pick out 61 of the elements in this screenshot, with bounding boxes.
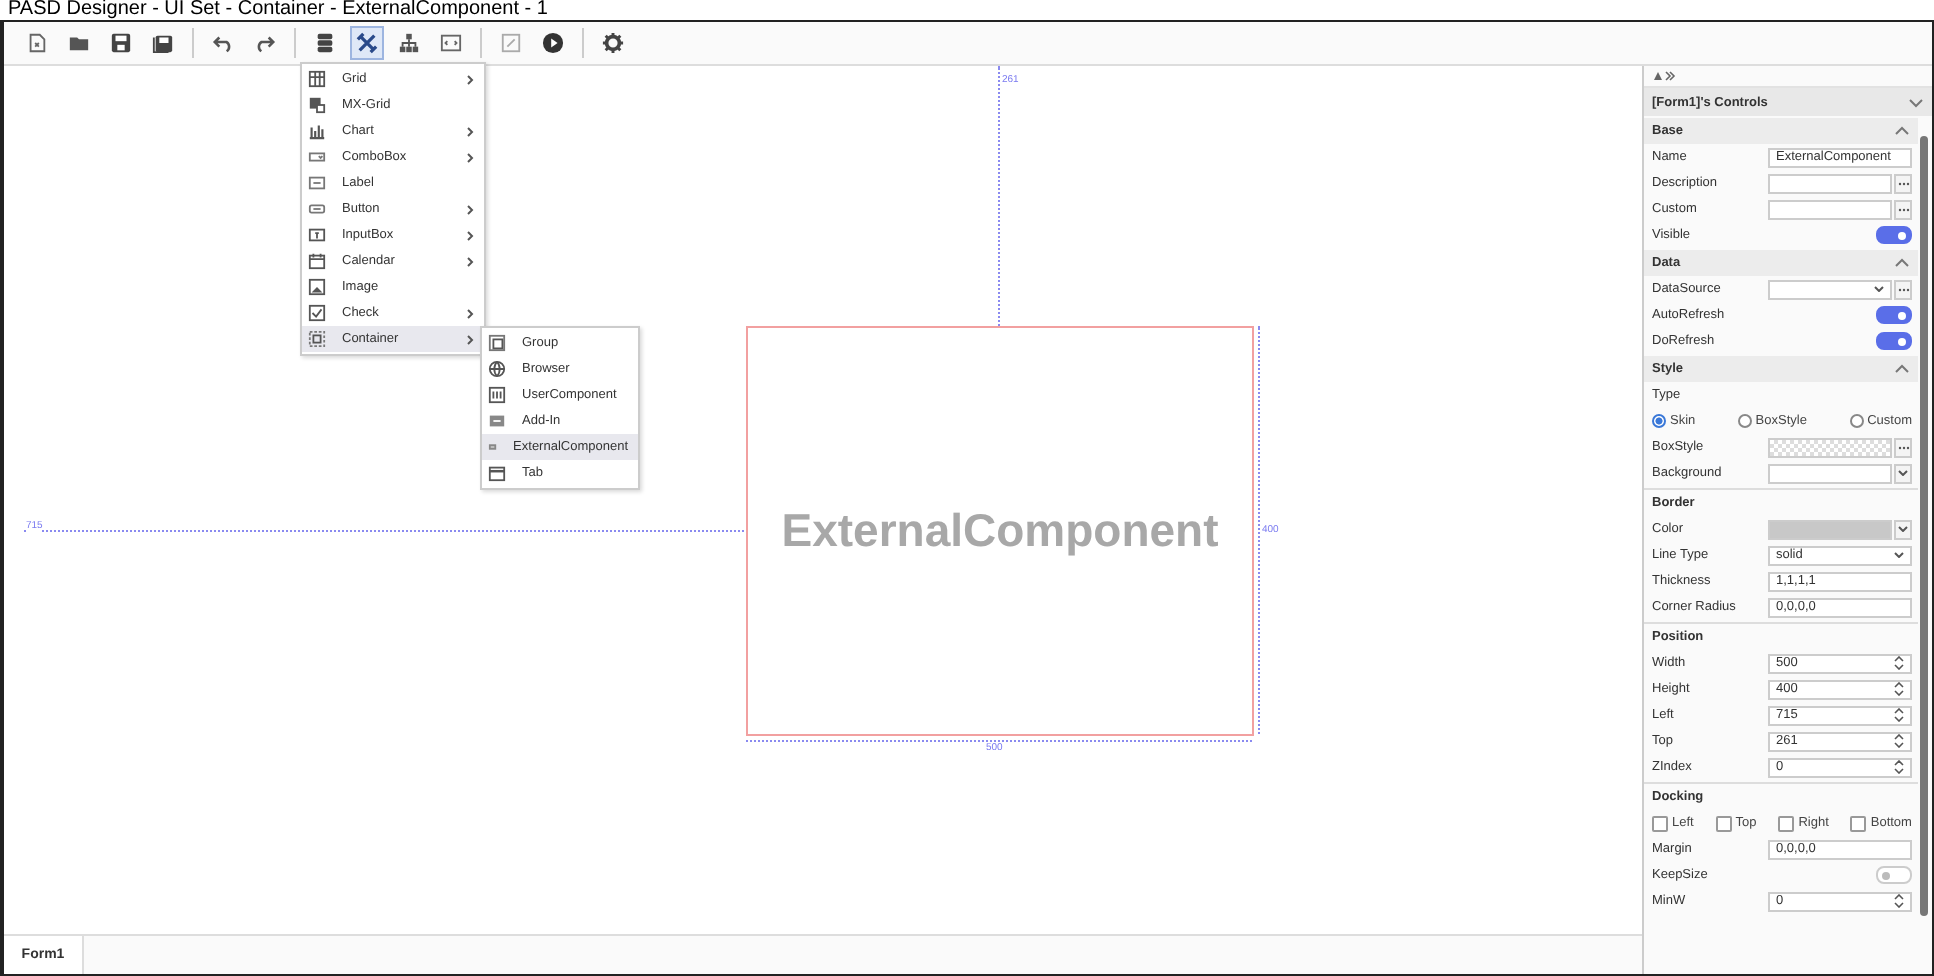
- play-icon: [542, 32, 564, 54]
- caret-icon: [1898, 526, 1908, 532]
- up-down-arrows-icon: [1894, 734, 1904, 748]
- text-field[interactable]: [1768, 173, 1892, 193]
- pattern-swatch[interactable]: [1768, 437, 1892, 457]
- more-button[interactable]: [1894, 279, 1912, 299]
- plugin-icon: [488, 412, 506, 430]
- pin-collapse-icon[interactable]: [1652, 70, 1676, 82]
- image-icon: [308, 278, 326, 296]
- dropdown-button[interactable]: [1894, 463, 1912, 483]
- more-button[interactable]: [1894, 173, 1912, 193]
- component-icon: [488, 386, 506, 404]
- globe-icon: [488, 360, 506, 378]
- dropdown-field[interactable]: [1768, 279, 1892, 299]
- caret-icon: [1874, 286, 1884, 292]
- more-button[interactable]: [1894, 199, 1912, 219]
- new-file-icon: [26, 32, 48, 54]
- code-icon: [440, 32, 462, 54]
- toggle-switch[interactable]: [1876, 306, 1912, 324]
- grid-icon: [308, 96, 326, 114]
- more-button[interactable]: [1894, 437, 1912, 457]
- up-down-arrows-icon: [1894, 708, 1904, 722]
- database-icon: [314, 32, 336, 54]
- bar-chart-icon: [308, 122, 326, 140]
- toggle-switch[interactable]: [1876, 226, 1912, 244]
- hierarchy-icon: [398, 32, 420, 54]
- settings-icon: [602, 32, 624, 54]
- group-icon: [488, 334, 506, 352]
- tools-tool-button[interactable]: [350, 26, 384, 60]
- undo-icon: [212, 32, 234, 54]
- up-down-arrows-icon: [1894, 894, 1904, 908]
- up-down-arrows-icon: [1894, 682, 1904, 696]
- caret-icon: [1894, 552, 1904, 558]
- color-field[interactable]: [1768, 463, 1892, 483]
- toggle-switch[interactable]: [1876, 866, 1912, 884]
- label-icon: [308, 174, 326, 192]
- color-swatch[interactable]: [1768, 519, 1892, 539]
- up-down-arrows-icon: [1894, 760, 1904, 774]
- calendar-icon: [308, 252, 326, 270]
- grid-icon: [308, 70, 326, 88]
- redo-icon: [254, 32, 276, 54]
- window-title: PASD Designer - UI Set - Container - ExternalComponent - 1: [6, 0, 550, 20]
- save-icon: [110, 32, 132, 54]
- plugin-icon: [488, 438, 498, 456]
- combobox-icon: [308, 148, 326, 166]
- up-down-arrows-icon: [1894, 656, 1904, 670]
- component-placeholder-label: ExternalComponent: [781, 504, 1219, 558]
- folder-icon: [68, 32, 90, 54]
- tab-icon: [488, 464, 506, 482]
- save-all-icon: [152, 32, 174, 54]
- caret-icon: [1898, 470, 1908, 476]
- input-icon: [308, 226, 326, 244]
- text-field[interactable]: [1768, 199, 1892, 219]
- tools-icon: [356, 32, 378, 54]
- edit-icon: [500, 32, 522, 54]
- checkbox-icon: [308, 304, 326, 322]
- container-icon: [308, 330, 326, 348]
- dropdown-button[interactable]: [1894, 519, 1912, 539]
- toggle-switch[interactable]: [1876, 332, 1912, 350]
- button-icon: [308, 200, 326, 218]
- chevron-down-icon: [1908, 97, 1924, 107]
